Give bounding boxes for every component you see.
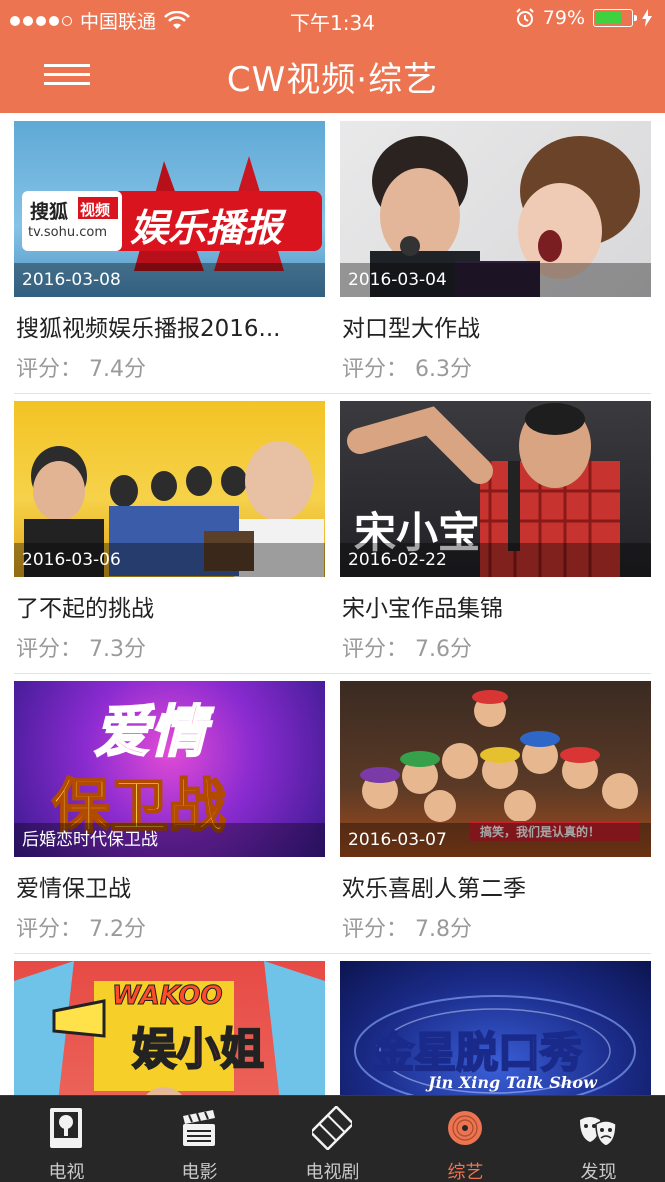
app-header: 中国联通 下午1:34 79% CW视频·综艺 bbox=[0, 0, 665, 113]
tab-tv-series[interactable]: 电视剧 bbox=[266, 1096, 399, 1182]
show-card[interactable]: 搜狐 视频 tv.sohu.com 娱乐播报 2016-03-08 搜狐视频娱乐… bbox=[14, 113, 325, 385]
show-thumbnail[interactable]: 2016-03-06 bbox=[14, 401, 325, 577]
show-title[interactable]: 搜狐视频娱乐播报2016... bbox=[16, 309, 322, 343]
show-card[interactable]: 2016-03-06 了不起的挑战 评分： 7.3分 bbox=[14, 393, 325, 665]
art-text: 娱乐播报 bbox=[130, 206, 283, 250]
show-title[interactable]: 对口型大作战 bbox=[342, 309, 648, 343]
show-title[interactable]: 了不起的挑战 bbox=[16, 589, 322, 623]
alarm-clock-icon bbox=[516, 8, 534, 27]
tab-movies[interactable]: 电影 bbox=[133, 1096, 266, 1182]
show-thumbnail[interactable]: 搜狐 视频 tv.sohu.com 娱乐播报 2016-03-08 bbox=[14, 121, 325, 297]
show-thumbnail[interactable]: 搞笑，我们是认真的！ 2016-03-07 bbox=[340, 681, 651, 857]
battery-percent: 79% bbox=[542, 7, 585, 29]
battery-icon bbox=[593, 9, 637, 27]
show-title[interactable]: 宋小宝作品集锦 bbox=[342, 589, 648, 623]
tab-label: 电视 bbox=[48, 1162, 85, 1182]
tab-variety[interactable]: 综艺 bbox=[399, 1096, 532, 1182]
show-title[interactable]: 欢乐喜剧人第二季 bbox=[342, 869, 648, 903]
art-text: tv.sohu.com bbox=[28, 225, 108, 240]
show-grid: 搜狐 视频 tv.sohu.com 娱乐播报 2016-03-08 搜狐视频娱乐… bbox=[0, 113, 665, 1095]
show-title[interactable]: 爱情保卫战 bbox=[16, 869, 322, 903]
clapperboard-icon bbox=[183, 1110, 215, 1146]
show-date: 后婚恋时代保卫战 bbox=[14, 823, 325, 857]
tab-label: 发现 bbox=[580, 1162, 617, 1182]
show-thumbnail[interactable]: WAKOO 娱小姐 bbox=[14, 961, 325, 1095]
theater-masks-icon bbox=[580, 1117, 617, 1147]
bottom-tab-bar: 电视 电影 电视剧 综艺 发现 bbox=[0, 1095, 665, 1182]
show-thumbnail[interactable]: 宋小宝 2016-02-22 bbox=[340, 401, 651, 577]
show-date: 2016-03-06 bbox=[14, 543, 325, 577]
show-thumbnail[interactable]: 爱情 保卫战 后婚恋时代保卫战 bbox=[14, 681, 325, 857]
status-bar: 中国联通 下午1:34 79% bbox=[0, 0, 665, 38]
art-text: 金星脱口秀 bbox=[371, 1027, 583, 1078]
tab-label: 电视剧 bbox=[305, 1162, 360, 1182]
tab-tv[interactable]: 电视 bbox=[0, 1096, 133, 1182]
show-card[interactable]: 爱情 保卫战 后婚恋时代保卫战 爱情保卫战 评分： 7.2分 bbox=[14, 673, 325, 945]
show-thumbnail[interactable]: 金星脱口秀 Jin Xing Talk Show bbox=[340, 961, 651, 1095]
show-date: 2016-03-07 bbox=[340, 823, 651, 857]
show-date: 2016-03-04 bbox=[340, 263, 651, 297]
show-date: 2016-02-22 bbox=[340, 543, 651, 577]
art-text: 爱情 bbox=[93, 699, 207, 766]
show-rating: 评分： 7.8分 bbox=[342, 917, 472, 942]
navigation-bar: CW视频·综艺 bbox=[0, 38, 665, 113]
show-card[interactable]: WAKOO 娱小姐 bbox=[14, 953, 325, 1095]
tab-label: 电影 bbox=[181, 1162, 218, 1182]
art-text: 视频 bbox=[80, 201, 111, 219]
show-card[interactable]: 2016-03-04 对口型大作战 评分： 6.3分 bbox=[340, 113, 651, 385]
page-title: CW视频·综艺 bbox=[226, 60, 439, 100]
charging-bolt-icon bbox=[642, 9, 652, 27]
art-text: 搜狐 bbox=[30, 201, 69, 223]
art-text: 娱小姐 bbox=[131, 1023, 265, 1076]
show-rating: 评分： 7.4分 bbox=[16, 357, 146, 382]
vinyl-record-icon bbox=[448, 1111, 482, 1145]
tab-discover[interactable]: 发现 bbox=[532, 1096, 665, 1182]
film-strip-icon bbox=[312, 1106, 352, 1150]
show-thumbnail[interactable]: 2016-03-04 bbox=[340, 121, 651, 297]
show-rating: 评分： 7.6分 bbox=[342, 637, 472, 662]
show-rating: 评分： 7.3分 bbox=[16, 637, 146, 662]
show-card[interactable]: 宋小宝 2016-02-22 宋小宝作品集锦 评分： 7.6分 bbox=[340, 393, 651, 665]
art-text: Jin Xing Talk Show bbox=[428, 1073, 597, 1092]
show-rating: 评分： 7.2分 bbox=[16, 917, 146, 942]
tab-label: 综艺 bbox=[447, 1162, 484, 1182]
show-rating: 评分： 6.3分 bbox=[342, 357, 472, 382]
tv-icon bbox=[50, 1108, 82, 1148]
show-card[interactable]: 搞笑，我们是认真的！ 2016-03-07 欢乐喜剧人第二季 评分： 7.8分 bbox=[340, 673, 651, 945]
art-text: WAKOO bbox=[112, 981, 224, 1012]
show-card[interactable]: 金星脱口秀 Jin Xing Talk Show bbox=[340, 953, 651, 1095]
show-date: 2016-03-08 bbox=[14, 263, 325, 297]
